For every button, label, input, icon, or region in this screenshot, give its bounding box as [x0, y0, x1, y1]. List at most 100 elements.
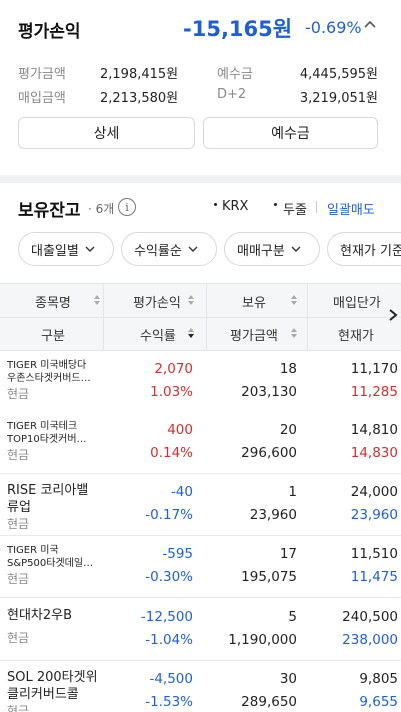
stock-name-line2: S&P500타겟데일… — [7, 558, 94, 569]
header-divider — [0, 317, 401, 318]
eval-amount-value: 203,130 — [241, 384, 297, 400]
return-rate-value: -0.17% — [145, 507, 193, 523]
quantity-value: 30 — [279, 671, 297, 687]
chevron-right-icon[interactable] — [387, 308, 399, 322]
eval-pl-value: -40 — [170, 484, 193, 500]
d2-value: 3,219,051원 — [299, 91, 378, 106]
buy-price-value: 24,000 — [350, 484, 398, 500]
d2-label: D+2 — [217, 87, 247, 102]
pl-title: 평가손익 — [18, 22, 81, 42]
option-two-line[interactable]: 두줄 — [283, 199, 307, 218]
trade-type: 현금 — [7, 517, 30, 531]
filter-chip-label: 대출일별 — [31, 243, 79, 259]
eval-pl-value: 400 — [167, 422, 193, 438]
table-header: 종목명 평가손익 보유 매입단가 구분 수익률 평가금액 현재가 — [0, 283, 401, 351]
stock-name-line1: TIGER 미국테크 — [7, 421, 78, 432]
eval-amount-value: 296,600 — [241, 445, 297, 461]
deposit-button[interactable]: 예수금 — [203, 117, 378, 149]
trade-type: 현금 — [7, 387, 30, 401]
chevron-up-icon[interactable] — [360, 14, 380, 34]
deposit-label: 예수금 — [217, 67, 253, 82]
quantity-value: 1 — [288, 484, 297, 500]
header-eval-pl[interactable]: 평가손익 — [133, 292, 181, 311]
holdings-count: · 6개 — [88, 202, 115, 216]
column-divider — [307, 284, 308, 350]
trade-type: 현금 — [7, 572, 30, 586]
header-current-price[interactable]: 현재가 — [338, 325, 374, 344]
info-icon[interactable]: i — [118, 198, 136, 216]
header-stock-name[interactable]: 종목명 — [35, 292, 71, 311]
filter-chip-return-order[interactable]: 수익률순 — [121, 232, 217, 266]
quantity-value: 18 — [279, 361, 297, 377]
purchase-amount-label: 매입금액 — [18, 91, 66, 106]
trade-type: 현금 — [7, 704, 30, 712]
eval-pl-value: -595 — [162, 546, 193, 562]
bulk-sell-link[interactable]: 일괄매도 — [327, 199, 375, 218]
header-return-rate[interactable]: 수익률 — [140, 325, 176, 344]
return-rate-value: -1.53% — [145, 694, 193, 710]
table-row[interactable]: 현대차2우B 현금 -12,500 -1.04% 5 1,190,000 240,500 23… — [0, 599, 401, 661]
sort-icon[interactable] — [290, 327, 298, 339]
quantity-value: 20 — [279, 422, 297, 438]
filter-chip-label: 매매구분 — [237, 243, 285, 259]
filter-chip-label: 수익률순 — [134, 243, 182, 259]
stock-name-line2: 류업 — [7, 500, 31, 515]
filter-chip-loan-date[interactable]: 대출일별 — [18, 232, 114, 266]
stock-name-line2: 우존스타겟커버드… — [7, 373, 91, 384]
deposit-value: 4,445,595원 — [299, 67, 378, 82]
stock-name-line1: SOL 200타겟위 — [7, 670, 98, 685]
quantity-value: 17 — [279, 546, 297, 562]
buy-price-value: 9,805 — [359, 671, 398, 687]
eval-amount-label: 평가금액 — [18, 67, 66, 82]
filter-chip-price-basis[interactable]: 현재가 기준 — [327, 232, 401, 266]
stock-name-line2: 클리커버드콜 — [7, 687, 79, 702]
buy-price-value: 11,510 — [350, 546, 398, 562]
return-rate-value: 1.03% — [150, 384, 193, 400]
table-row[interactable]: RISE 코리아밸 류업 현금 -40 -0.17% 1 23,960 24,000 23,96… — [0, 474, 401, 536]
table-row[interactable]: TIGER 미국 S&P500타겟데일… 현금 -595 -0.30% 17 195,075… — [0, 536, 401, 598]
pl-amount: -15,165원 — [183, 17, 293, 41]
return-rate-value: 0.14% — [150, 445, 193, 461]
table-row[interactable]: TIGER 미국테크 TOP10타겟커버… 현금 400 0.14% 20 296,600 1… — [0, 412, 401, 474]
holdings-title: 보유잔고 — [18, 201, 81, 221]
option-krx[interactable]: KRX — [222, 199, 248, 214]
current-price-value: 11,475 — [350, 569, 398, 585]
option-separator — [316, 201, 317, 213]
chevron-down-icon — [291, 246, 301, 252]
stock-name-line1: TIGER 미국 — [7, 545, 59, 556]
sort-desc-icon[interactable] — [187, 327, 195, 339]
sort-icon[interactable] — [290, 294, 298, 306]
stock-name-line1: TIGER 미국배당다 — [7, 360, 87, 371]
chevron-down-icon — [85, 246, 95, 252]
table-row[interactable]: TIGER 미국배당다우존스타겟커버드… 현금 2,070 1.03% 18 203,13… — [0, 351, 401, 413]
current-price-value: 238,000 — [342, 632, 398, 648]
column-divider — [103, 284, 104, 350]
stock-name-line1: 현대차2우B — [7, 608, 73, 623]
trade-type: 현금 — [7, 631, 30, 645]
header-eval-amount[interactable]: 평가금액 — [230, 325, 278, 344]
return-rate-value: -1.04% — [145, 632, 193, 648]
eval-amount-value: 1,190,000 — [228, 632, 297, 648]
eval-amount-value: 289,650 — [241, 694, 297, 710]
eval-pl-value: -12,500 — [140, 609, 193, 625]
table-row[interactable]: SOL 200타겟위 클리커버드콜 현금 -4,500 -1.53% 30 289,650 9… — [0, 661, 401, 712]
column-divider — [206, 284, 207, 350]
eval-pl-value: 2,070 — [154, 361, 193, 377]
trade-type: 현금 — [7, 448, 30, 462]
header-qty[interactable]: 보유 — [242, 292, 266, 311]
sort-icon[interactable] — [93, 294, 101, 306]
quantity-value: 5 — [288, 609, 297, 625]
dot-icon — [274, 203, 277, 206]
return-rate-value: -0.30% — [145, 569, 193, 585]
purchase-amount-value: 2,213,580원 — [100, 91, 179, 106]
filter-chip-trade-type[interactable]: 매매구분 — [224, 232, 320, 266]
current-price-value: 14,830 — [350, 445, 398, 461]
chevron-down-icon — [188, 246, 198, 252]
eval-amount-value: 23,960 — [249, 507, 297, 523]
sort-icon[interactable] — [187, 294, 195, 306]
header-type[interactable]: 구분 — [41, 325, 65, 344]
buy-price-value: 14,810 — [350, 422, 398, 438]
detail-button[interactable]: 상세 — [18, 117, 195, 149]
header-buy-price[interactable]: 매입단가 — [333, 292, 381, 311]
buy-price-value: 11,170 — [350, 361, 398, 377]
